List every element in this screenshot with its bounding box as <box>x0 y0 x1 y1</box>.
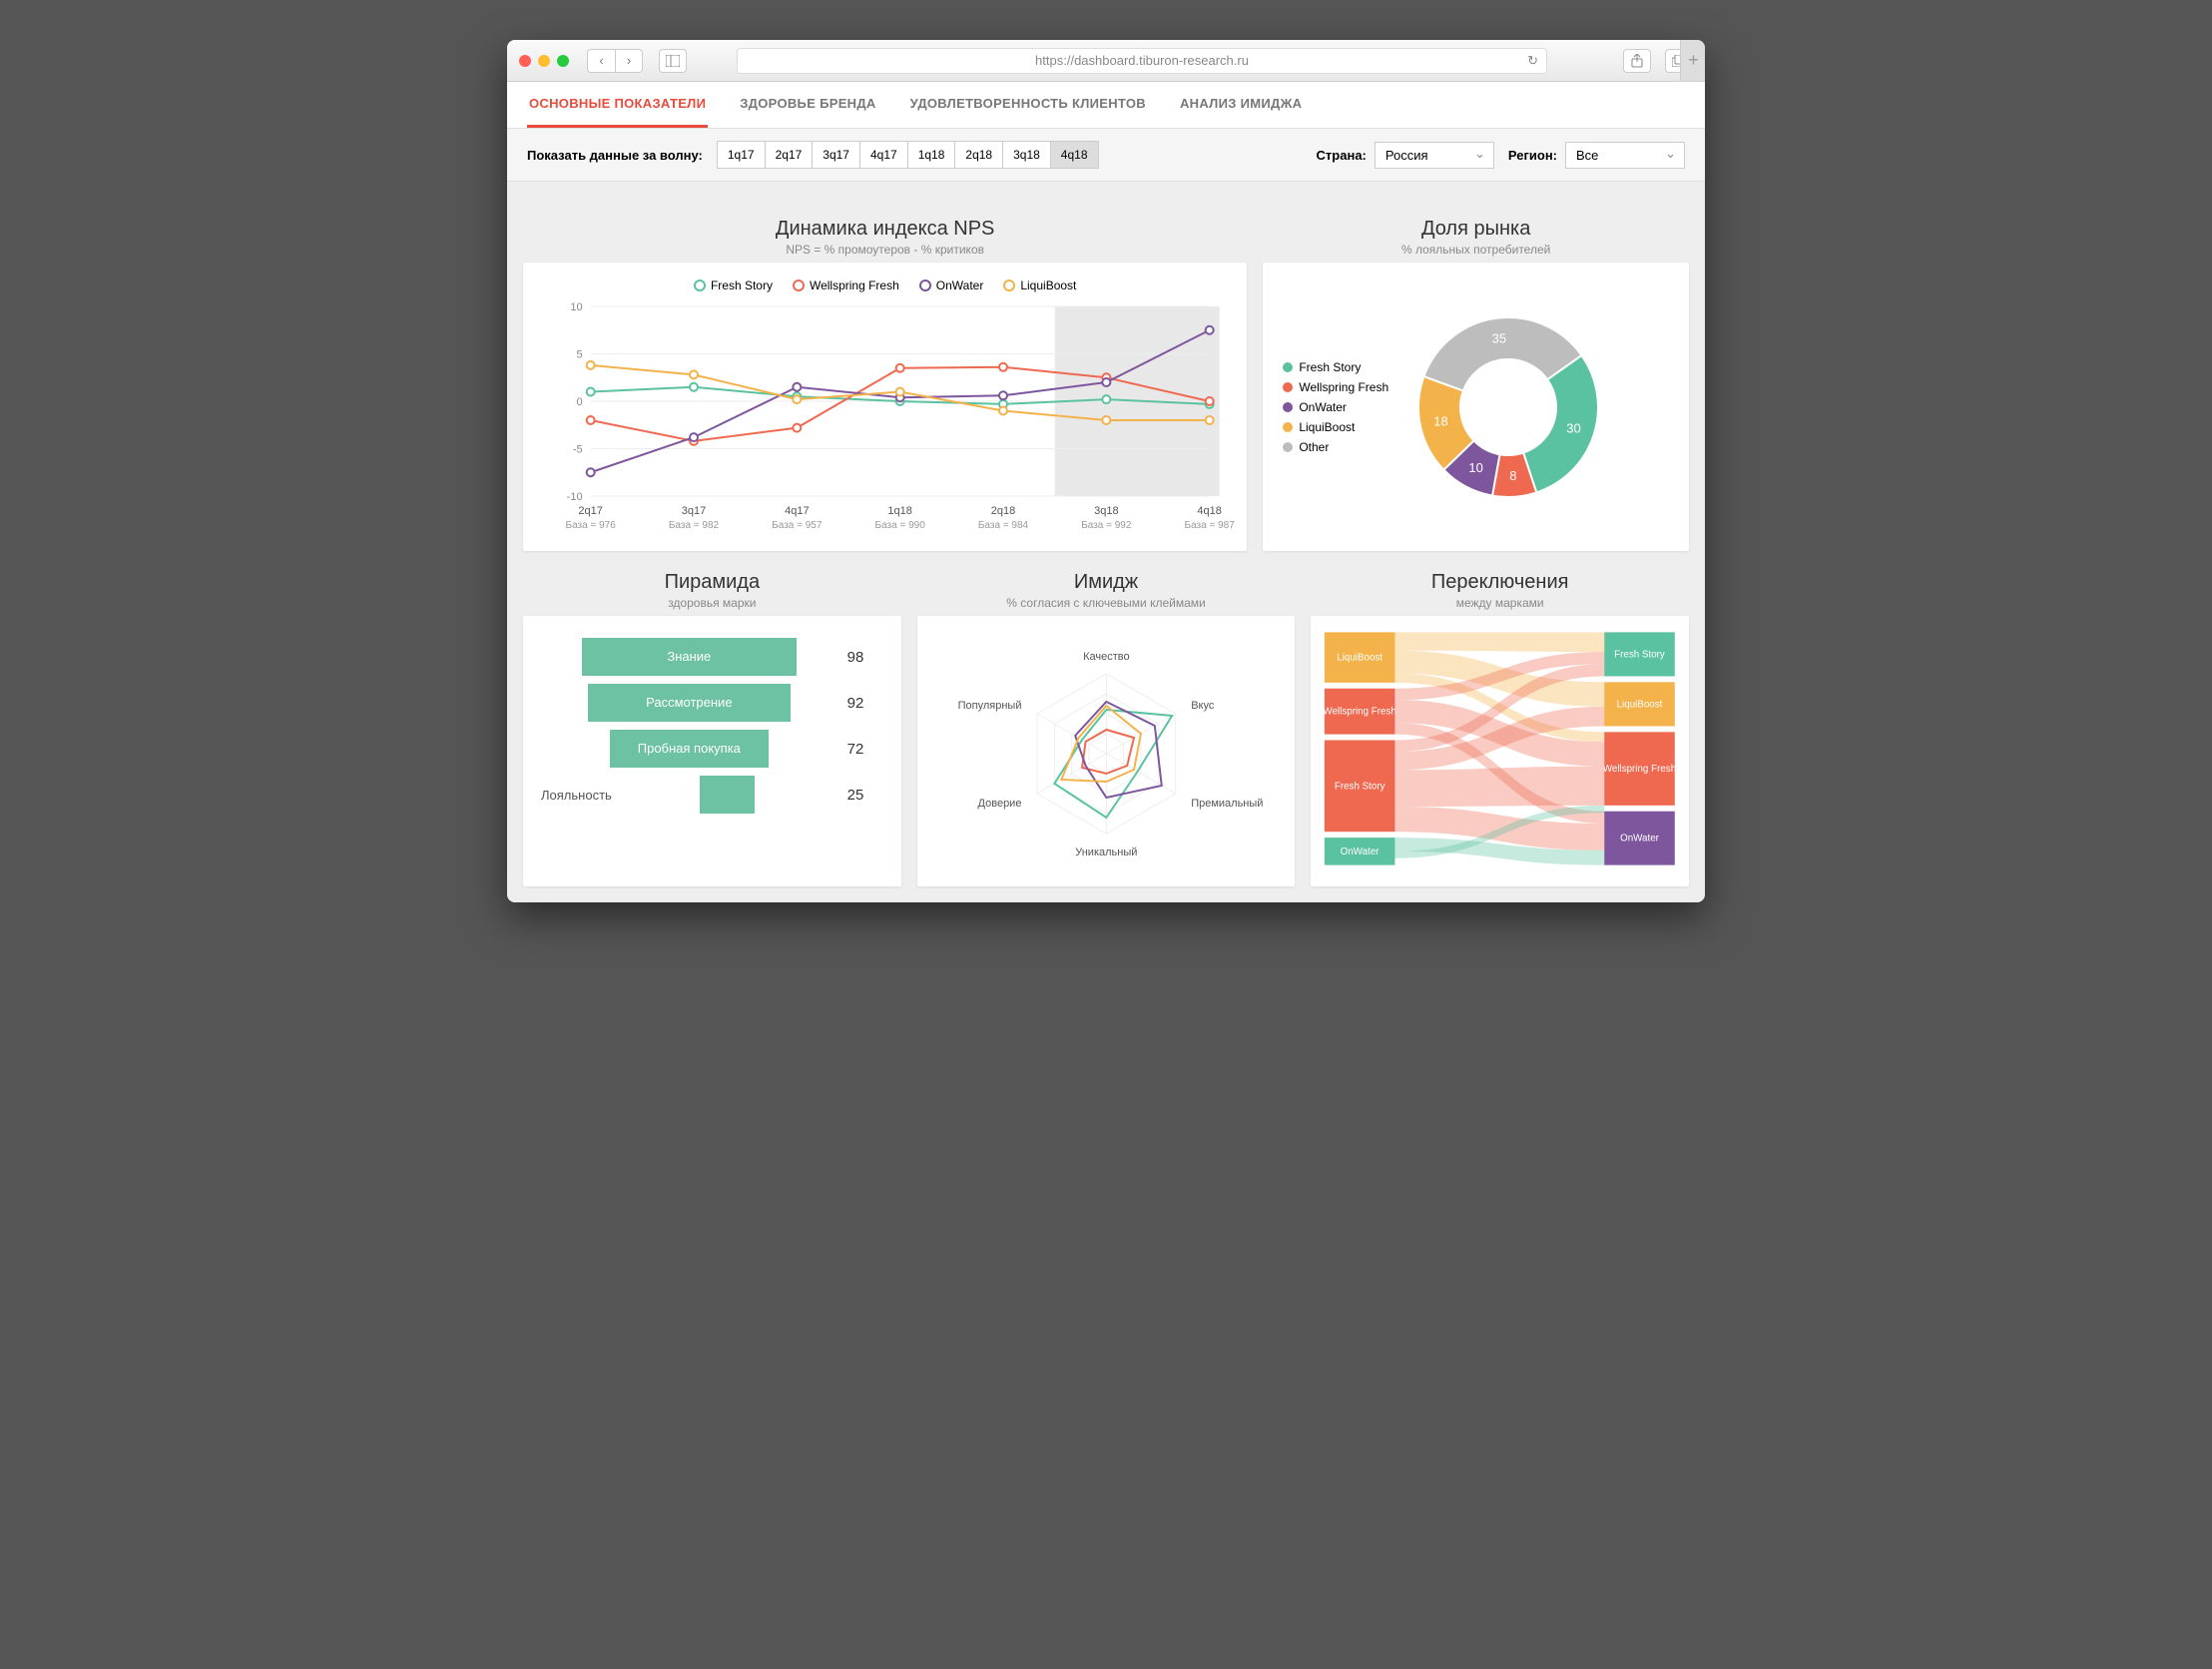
svg-text:LiquiBoost: LiquiBoost <box>1617 699 1663 710</box>
svg-text:4q18: 4q18 <box>1197 505 1221 517</box>
svg-text:30: 30 <box>1566 420 1580 435</box>
url-text: https://dashboard.tiburon-research.ru <box>1035 53 1249 68</box>
country-label: Страна: <box>1317 148 1367 163</box>
new-tab-button[interactable]: + <box>1680 40 1705 81</box>
svg-text:Популярный: Популярный <box>957 700 1021 712</box>
nps-legend: Fresh Story Wellspring Fresh OnWater Liq… <box>533 278 1237 292</box>
svg-text:База = 984: База = 984 <box>978 520 1029 531</box>
sankey-chart: LiquiBoost Wellspring Fresh Fresh Story OnW… <box>1319 624 1681 873</box>
maximize-icon[interactable] <box>557 55 569 67</box>
wave-4q18[interactable]: 4q18 <box>1050 141 1099 169</box>
region-label: Регион: <box>1508 148 1557 163</box>
svg-text:База = 976: База = 976 <box>566 520 617 531</box>
switch-title: Переключения <box>1311 571 1689 594</box>
image-title: Имидж <box>917 571 1296 594</box>
svg-text:-5: -5 <box>573 444 583 456</box>
wave-3q17[interactable]: 3q17 <box>812 141 860 169</box>
svg-text:2q18: 2q18 <box>991 505 1015 517</box>
forward-button[interactable]: › <box>615 49 643 73</box>
dashboard-content: Динамика индекса NPS NPS = % промоутеров… <box>507 182 1705 902</box>
svg-text:Доверие: Доверие <box>977 798 1021 810</box>
wave-1q18[interactable]: 1q18 <box>907 141 956 169</box>
nps-title: Динамика индекса NPS <box>523 218 1247 241</box>
svg-text:10: 10 <box>570 301 582 313</box>
close-icon[interactable] <box>519 55 531 67</box>
svg-text:База = 992: База = 992 <box>1081 520 1132 531</box>
svg-text:5: 5 <box>577 349 583 361</box>
svg-text:4q17: 4q17 <box>785 505 809 517</box>
filter-bar: Показать данные за волну: 1q17 2q17 3q17… <box>507 129 1705 182</box>
radar-card: Качество Вкус Премиальный Уникальный Доверие… <box>917 616 1296 886</box>
market-title: Доля рынка <box>1263 218 1689 241</box>
svg-text:35: 35 <box>1492 330 1506 345</box>
nav-buttons: ‹ › <box>587 49 643 73</box>
region-select[interactable]: Все <box>1565 142 1685 169</box>
svg-text:Уникальный: Уникальный <box>1075 846 1137 858</box>
svg-text:Fresh Story: Fresh Story <box>1335 781 1385 792</box>
nps-line-chart: -10 -5 0 5 10 2q17 База = 976 3q17 База = 982 4q1… <box>533 296 1237 536</box>
svg-text:Fresh Story: Fresh Story <box>1615 649 1666 660</box>
wave-3q18[interactable]: 3q18 <box>1002 141 1051 169</box>
pyramid-title: Пирамида <box>523 571 901 594</box>
wave-2q18[interactable]: 2q18 <box>954 141 1003 169</box>
svg-text:Wellspring Fresh: Wellspring Fresh <box>1603 764 1676 775</box>
funnel-chart: Знание98Рассмотрение92Пробная покупка72Л… <box>531 624 893 818</box>
svg-text:1q18: 1q18 <box>887 505 911 517</box>
wave-2q17[interactable]: 2q17 <box>765 141 814 169</box>
country-select[interactable]: Россия <box>1375 142 1494 169</box>
svg-text:3q17: 3q17 <box>682 505 706 517</box>
tab-brand-health[interactable]: ЗДОРОВЬЕ БРЕНДА <box>738 82 877 128</box>
market-share-card: Fresh Story Wellspring Fresh OnWater Liq… <box>1263 263 1689 551</box>
svg-text:LiquiBoost: LiquiBoost <box>1338 653 1383 664</box>
image-subtitle: % согласия с ключевыми клеймами <box>917 596 1296 610</box>
svg-text:Вкус: Вкус <box>1191 700 1215 712</box>
share-icon[interactable] <box>1623 49 1651 73</box>
tab-image-analysis[interactable]: АНАЛИЗ ИМИДЖА <box>1178 82 1304 128</box>
traffic-lights <box>519 55 569 67</box>
svg-text:База = 987: База = 987 <box>1185 520 1236 531</box>
svg-text:OnWater: OnWater <box>1341 846 1381 857</box>
tab-main-indicators[interactable]: ОСНОВНЫЕ ПОКАЗАТЕЛИ <box>527 82 708 128</box>
wave-buttons: 1q17 2q17 3q17 4q17 1q18 2q18 3q18 4q18 <box>717 141 1099 169</box>
wave-filter-label: Показать данные за волну: <box>527 148 703 163</box>
svg-text:Премиальный: Премиальный <box>1191 798 1263 810</box>
switch-subtitle: между марками <box>1311 596 1689 610</box>
svg-text:0: 0 <box>577 396 583 408</box>
sidebar-toggle-icon[interactable] <box>659 49 687 73</box>
svg-text:База = 990: База = 990 <box>875 520 926 531</box>
nps-chart-card: Fresh Story Wellspring Fresh OnWater Liq… <box>523 263 1247 551</box>
svg-text:OnWater: OnWater <box>1620 834 1660 844</box>
pyramid-subtitle: здоровья марки <box>523 596 901 610</box>
svg-text:-10: -10 <box>567 491 583 503</box>
svg-text:8: 8 <box>1509 467 1516 482</box>
nps-subtitle: NPS = % промоутеров - % критиков <box>523 243 1247 257</box>
main-tabs: ОСНОВНЫЕ ПОКАЗАТЕЛИ ЗДОРОВЬЕ БРЕНДА УДОВ… <box>507 82 1705 129</box>
donut-legend: Fresh Story Wellspring Fresh OnWater Liq… <box>1283 360 1388 454</box>
browser-window: ‹ › https://dashboard.tiburon-research.r… <box>507 40 1705 902</box>
url-bar[interactable]: https://dashboard.tiburon-research.ru ↻ <box>737 48 1547 74</box>
svg-text:10: 10 <box>1468 459 1482 474</box>
reload-icon[interactable]: ↻ <box>1527 53 1538 69</box>
market-subtitle: % лояльных потребителей <box>1263 243 1689 257</box>
radar-chart: Качество Вкус Премиальный Уникальный Доверие… <box>925 624 1288 873</box>
svg-text:3q18: 3q18 <box>1094 505 1118 517</box>
svg-text:Wellspring Fresh: Wellspring Fresh <box>1324 707 1396 718</box>
sankey-card: LiquiBoost Wellspring Fresh Fresh Story OnW… <box>1311 616 1689 886</box>
donut-chart: 35 30 8 10 18 <box>1398 297 1618 517</box>
titlebar: ‹ › https://dashboard.tiburon-research.r… <box>507 40 1705 82</box>
wave-1q17[interactable]: 1q17 <box>717 141 766 169</box>
tab-satisfaction[interactable]: УДОВЛЕТВОРЕННОСТЬ КЛИЕНТОВ <box>908 82 1148 128</box>
minimize-icon[interactable] <box>538 55 550 67</box>
svg-text:База = 982: База = 982 <box>669 520 720 531</box>
svg-text:База = 957: База = 957 <box>772 520 823 531</box>
svg-text:18: 18 <box>1433 413 1447 428</box>
svg-text:Качество: Качество <box>1083 651 1130 663</box>
back-button[interactable]: ‹ <box>587 49 615 73</box>
pyramid-card: Знание98Рассмотрение92Пробная покупка72Л… <box>523 616 901 886</box>
wave-4q17[interactable]: 4q17 <box>859 141 908 169</box>
svg-text:2q17: 2q17 <box>578 505 602 517</box>
